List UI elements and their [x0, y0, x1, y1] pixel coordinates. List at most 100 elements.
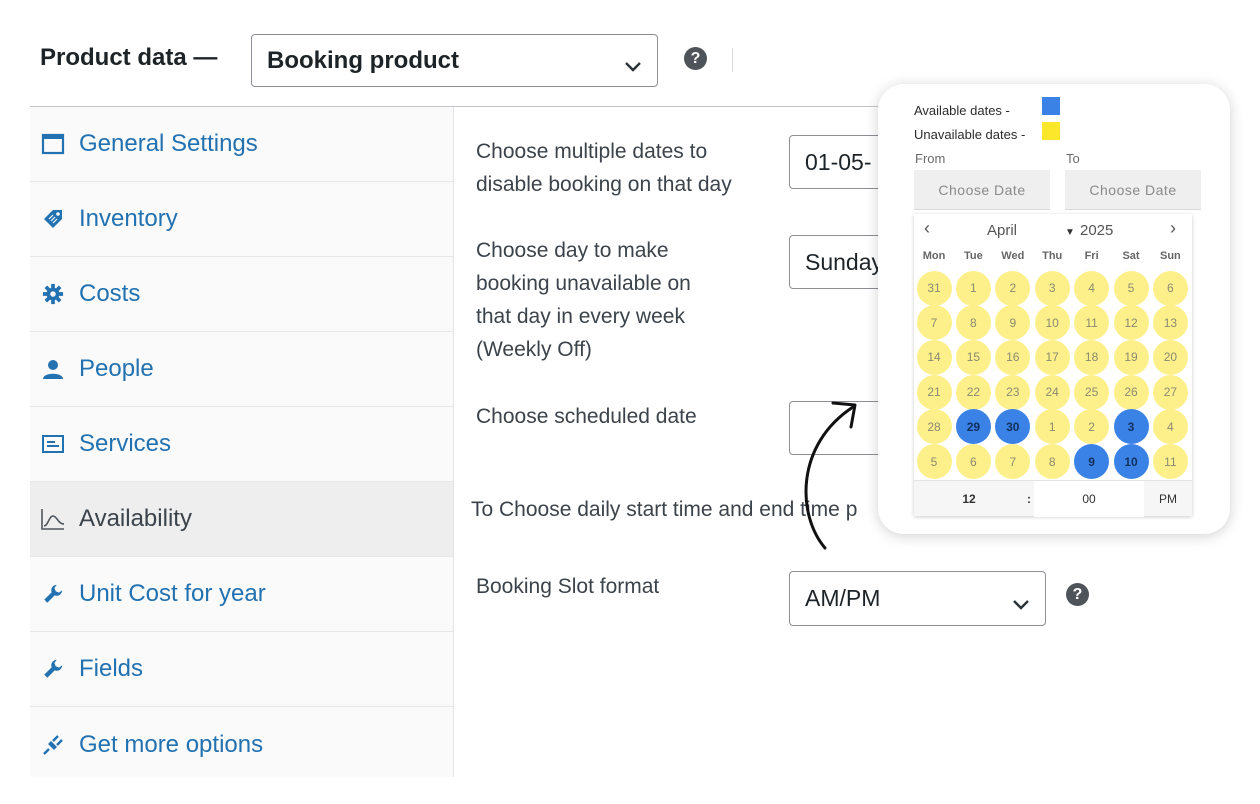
unavailable-date-cell[interactable]: 11 [1152, 444, 1188, 479]
unavailable-date-cell[interactable]: 14 [916, 339, 952, 375]
to-date-input[interactable]: Choose Date [1065, 170, 1201, 210]
tab-costs[interactable]: Costs [30, 257, 453, 332]
person-icon [40, 356, 66, 382]
label-line: Choose multiple dates to [476, 140, 708, 163]
unavailable-date-cell[interactable]: 23 [995, 374, 1031, 410]
tab-services[interactable]: Services [30, 407, 453, 482]
gear-icon [40, 281, 66, 307]
unavailable-date-cell[interactable]: 13 [1152, 305, 1188, 341]
minute-input[interactable]: 00 [1034, 481, 1144, 517]
unavailable-date-cell[interactable]: 8 [1034, 444, 1070, 479]
to-label: To [1066, 151, 1080, 166]
help-icon[interactable]: ? [1066, 583, 1089, 606]
month-select[interactable]: April [987, 222, 1017, 239]
tab-label: Availability [79, 505, 192, 532]
unavailable-date-cell[interactable]: 8 [955, 305, 991, 341]
next-month-icon[interactable]: › [1170, 218, 1176, 239]
plug-icon [40, 732, 66, 758]
tab-label: Unit Cost for year [79, 580, 266, 607]
unavailable-date-cell[interactable]: 2 [995, 270, 1031, 306]
weekday-header: Wed [1001, 250, 1025, 262]
tab-people[interactable]: People [30, 332, 453, 407]
available-date-cell[interactable]: 9 [1074, 444, 1110, 479]
available-date-cell[interactable]: 29 [955, 409, 991, 445]
unavailable-date-cell[interactable]: 9 [995, 305, 1031, 341]
chevron-down-icon [1011, 591, 1031, 618]
tab-inventory[interactable]: Inventory [30, 182, 453, 257]
help-icon[interactable]: ? [684, 47, 707, 70]
product-type-select[interactable]: Booking product [251, 34, 658, 87]
unavailable-date-cell[interactable]: 4 [1074, 270, 1110, 306]
unavailable-date-cell[interactable]: 15 [955, 339, 991, 375]
select-value: Sunday [805, 248, 884, 275]
unavailable-date-cell[interactable]: 7 [995, 444, 1031, 479]
available-legend-label: Available dates - [914, 103, 1010, 118]
unavailable-date-cell[interactable]: 17 [1034, 339, 1070, 375]
unavailable-date-cell[interactable]: 18 [1074, 339, 1110, 375]
unavailable-date-cell[interactable]: 28 [916, 409, 952, 445]
weekday-header: Fri [1084, 250, 1099, 262]
input-value: 01-05- [805, 148, 872, 175]
unavailable-date-cell[interactable]: 25 [1074, 374, 1110, 410]
unavailable-date-cell[interactable]: 21 [916, 374, 952, 410]
tab-label: Fields [79, 655, 144, 682]
unavailable-date-cell[interactable]: 19 [1113, 339, 1149, 375]
available-date-cell[interactable]: 10 [1113, 444, 1149, 479]
tab-unit-cost-for-year[interactable]: Unit Cost for year [30, 557, 453, 632]
unavailable-date-cell[interactable]: 1 [1034, 409, 1070, 445]
unavailable-date-cell[interactable]: 1 [955, 270, 991, 306]
unavailable-date-cell[interactable]: 27 [1152, 374, 1188, 410]
ampm-toggle[interactable]: PM [1144, 481, 1192, 517]
time-picker: 12 : 00 PM [914, 480, 1192, 517]
unavailable-date-cell[interactable]: 6 [955, 444, 991, 479]
unavailable-date-cell[interactable]: 26 [1113, 374, 1149, 410]
product-type-value: Booking product [267, 46, 459, 74]
unavailable-date-cell[interactable]: 5 [916, 444, 952, 479]
weekday-header: Sun [1160, 250, 1181, 262]
unavailable-date-cell[interactable]: 11 [1074, 305, 1110, 341]
label-line: Choose day to make [476, 239, 669, 262]
available-date-cell[interactable]: 30 [995, 409, 1031, 445]
unavailable-date-cell[interactable]: 22 [955, 374, 991, 410]
tab-label: People [79, 355, 154, 382]
weekday-header: Mon [922, 250, 946, 262]
year-input[interactable]: 2025 [1080, 222, 1113, 239]
select-value: AM/PM [805, 585, 881, 611]
tab-label: Costs [79, 280, 141, 307]
unavailable-date-cell[interactable]: 24 [1034, 374, 1070, 410]
tab-get-more-options[interactable]: Get more options [30, 707, 453, 782]
from-date-input[interactable]: Choose Date [914, 170, 1050, 210]
slot-format-select[interactable]: AM/PM [789, 571, 1046, 626]
input-placeholder: Choose Date [1089, 181, 1177, 198]
unavailable-date-cell[interactable]: 6 [1152, 270, 1188, 306]
unavailable-swatch [1042, 122, 1060, 140]
unavailable-date-cell[interactable]: 5 [1113, 270, 1149, 306]
unavailable-date-cell[interactable]: 3 [1034, 270, 1070, 306]
available-date-cell[interactable]: 3 [1113, 409, 1149, 445]
hour-input[interactable]: 12 [914, 481, 1024, 517]
unavailable-date-cell[interactable]: 12 [1113, 305, 1149, 341]
tab-fields[interactable]: Fields [30, 632, 453, 707]
product-data-title: Product data — [40, 44, 218, 71]
from-label: From [915, 151, 946, 166]
tag-icon [40, 206, 66, 232]
unavailable-date-cell[interactable]: 4 [1152, 409, 1188, 445]
date-picker-calendar: ‹ April ▼ 2025 › 12 : 00 PM Mon Tue Wed Thu… [914, 214, 1192, 517]
card-icon [40, 431, 66, 457]
tab-label: General Settings [79, 130, 258, 157]
tab-general-settings[interactable]: General Settings [30, 107, 453, 182]
unavailable-date-cell[interactable]: 20 [1152, 339, 1188, 375]
unavailable-date-cell[interactable]: 31 [916, 270, 952, 306]
tab-label: Inventory [79, 205, 178, 232]
time-separator: : [1027, 492, 1031, 506]
prev-month-icon[interactable]: ‹ [924, 218, 930, 239]
tab-availability[interactable]: Availability [30, 482, 453, 557]
unavailable-date-cell[interactable]: 2 [1074, 409, 1110, 445]
chevron-down-icon [623, 53, 643, 81]
label-line: booking unavailable on [476, 272, 691, 295]
wrench-icon [40, 656, 66, 682]
unavailable-date-cell[interactable]: 16 [995, 339, 1031, 375]
unavailable-date-cell[interactable]: 10 [1034, 305, 1070, 341]
unavailable-date-cell[interactable]: 7 [916, 305, 952, 341]
label-line: (Weekly Off) [476, 338, 592, 361]
